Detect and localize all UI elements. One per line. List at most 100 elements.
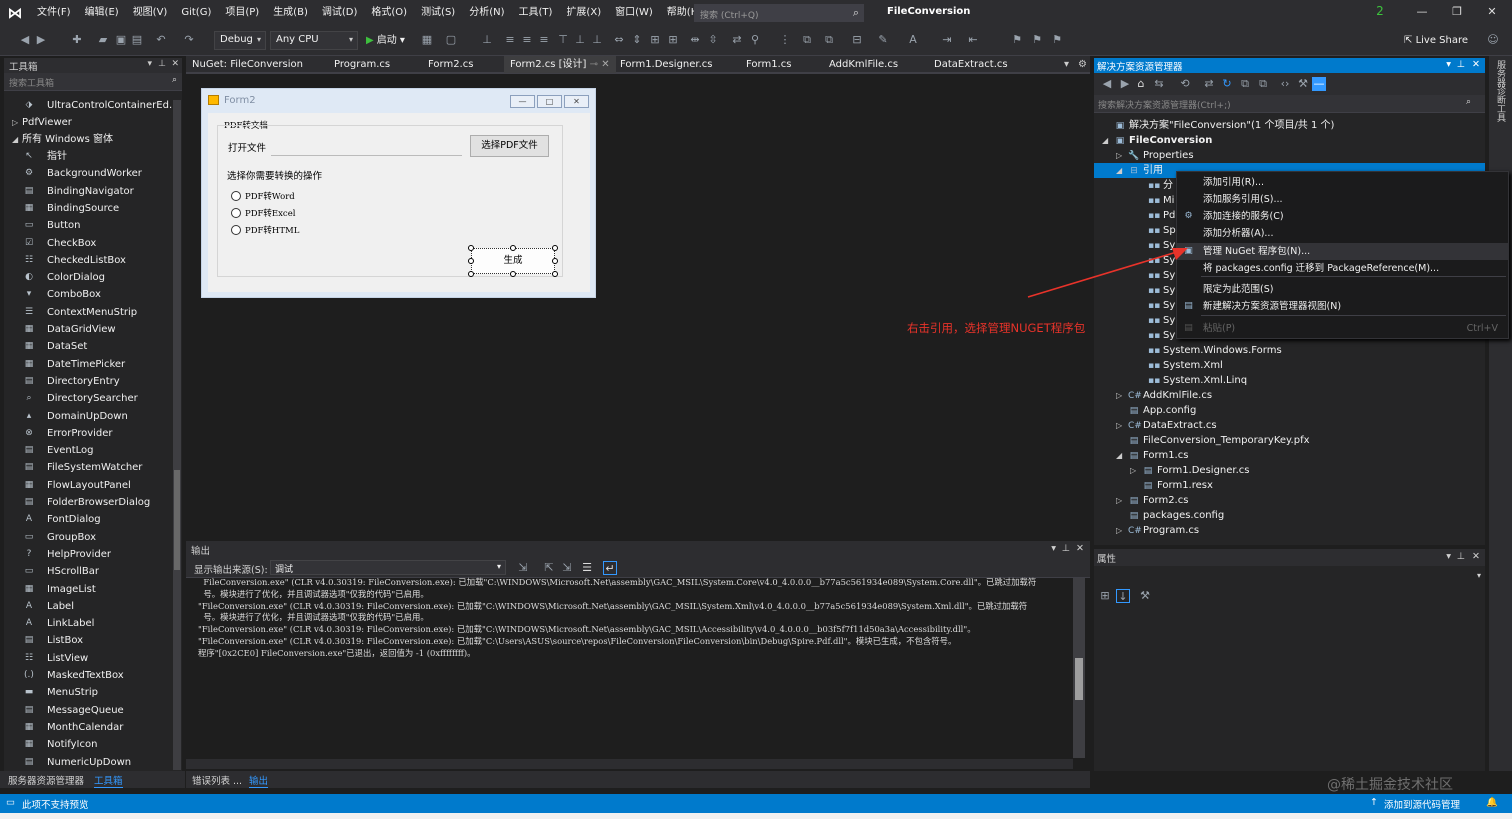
expand-icon[interactable]: ◢ (12, 131, 18, 148)
menu-build[interactable]: 生成(B) (266, 0, 315, 26)
toolbox-item-colordialog[interactable]: ◐ ColorDialog (4, 269, 174, 286)
tab-form1-designer[interactable]: Form1.Designer.cs (620, 56, 713, 73)
toolbox-item-checkbox[interactable]: ☑ CheckBox (4, 235, 174, 252)
copy-icon[interactable]: ⧉ (1256, 77, 1270, 91)
toolbox-item-maskedtextbox[interactable]: (.) MaskedTextBox (4, 667, 174, 684)
context-menu-item[interactable]: 添加服务引用(S)... (1177, 191, 1508, 208)
pin-icon[interactable]: ⊸ (590, 59, 598, 70)
tab-dataextract[interactable]: DataExtract.cs (934, 56, 1008, 73)
reference-item[interactable]: ▪▪ Pd (1136, 208, 1175, 223)
outdent-icon[interactable]: ⇤ (966, 33, 980, 47)
pin-icon[interactable]: ⊥ (1062, 543, 1070, 554)
toolbox-item-errorprovider[interactable]: ⊗ ErrorProvider (4, 425, 174, 442)
forward-icon[interactable]: ▶ (34, 33, 48, 47)
context-menu-item[interactable]: 添加引用(R)... (1177, 174, 1508, 191)
file-node[interactable]: ▤ Form1.resx (1130, 478, 1213, 493)
bookmark-next-icon[interactable]: ⚑ (1050, 33, 1064, 47)
toolbox-item[interactable]: ⬗ UltraControlContainerEd... (4, 97, 179, 114)
reference-item[interactable]: ▪▪ System.Windows.Forms (1136, 343, 1282, 358)
search-input[interactable]: 搜索 (Ctrl+Q) ⌕ (694, 4, 864, 22)
grid-icon[interactable]: ⊞ (666, 33, 680, 47)
home-icon[interactable]: ⌂ (1134, 77, 1148, 91)
toolbox-item-groupbox[interactable]: ▭ GroupBox (4, 529, 174, 546)
save-icon[interactable]: ▣ (114, 33, 128, 47)
output-source-select[interactable]: 调试 ▾ (270, 560, 506, 575)
output-hscrollbar[interactable] (186, 759, 1073, 769)
groupbox[interactable]: 打开文件 选择PDF文件 选择你需要转换的操作 PDF转Word PDF转Exc… (217, 125, 563, 277)
file-node[interactable]: ▷ ▤ Form1.Designer.cs (1130, 463, 1250, 478)
feedback-icon[interactable]: ☺ (1486, 33, 1500, 47)
resize-handle[interactable] (468, 258, 474, 264)
tab-server-explorer[interactable]: 服务器资源管理器 (8, 773, 84, 787)
expand-icon[interactable]: ▷ (1116, 493, 1128, 508)
menu-view[interactable]: 视图(V) (126, 0, 175, 26)
categorized-icon[interactable]: ⊞ (1098, 589, 1112, 603)
resize-handle[interactable] (552, 258, 558, 264)
menu-analyze[interactable]: 分析(N) (462, 0, 511, 26)
size-width-icon[interactable]: ⇔ (612, 33, 626, 47)
code-icon[interactable]: ‹› (1278, 77, 1292, 91)
toolbox-item-filesystemwatcher[interactable]: ▤ FileSystemWatcher (4, 459, 174, 476)
tab-nuget[interactable]: NuGet: FileConversion (192, 56, 303, 73)
clear-all-icon[interactable]: ☰ (580, 561, 594, 575)
toolbox-item-helpprovider[interactable]: ? HelpProvider (4, 546, 174, 563)
expand-icon[interactable]: ▷ (1116, 148, 1128, 163)
toolbox-item-combobox[interactable]: ▾ ComboBox (4, 286, 174, 303)
switch-views-icon[interactable]: ⇆ (1152, 77, 1166, 91)
toolbox-item-bindingsource[interactable]: ▦ BindingSource (4, 200, 174, 217)
toolbox-item-directorysearcher[interactable]: ⌕ DirectorySearcher (4, 390, 174, 407)
menu-debug[interactable]: 调试(D) (315, 0, 365, 26)
menu-window[interactable]: 窗口(W) (608, 0, 660, 26)
comment-icon[interactable]: ✎ (876, 33, 890, 47)
toolbox-item-imagelist[interactable]: ▦ ImageList (4, 581, 174, 598)
screenshot-icon[interactable]: ▢ (444, 33, 458, 47)
context-menu-item[interactable]: ▣ 管理 NuGet 程序包(N)... (1177, 243, 1508, 260)
next-message-icon[interactable]: ⇲ (560, 561, 574, 575)
file-node[interactable]: ▷ C#AddKmlFile.cs (1116, 388, 1212, 403)
start-button[interactable]: ▶ 启动 ▾ (366, 31, 405, 50)
bell-icon[interactable]: 🔔 (1486, 797, 1498, 808)
toolbox-item-datagridview[interactable]: ▦ DataGridView (4, 321, 174, 338)
close-icon[interactable]: ✕ (601, 59, 609, 70)
chevron-down-icon[interactable]: ▾ (1477, 571, 1481, 580)
reference-item[interactable]: ▪▪ System.Xml (1136, 358, 1223, 373)
server-tab[interactable]: 服务器 (1494, 60, 1507, 87)
bookmark-icon[interactable]: ⚑ (1010, 33, 1024, 47)
tab-program-cs[interactable]: Program.cs (334, 56, 390, 73)
file-node[interactable]: ▷ ▤ Form2.cs (1116, 493, 1188, 508)
toolbox-item-backgroundworker[interactable]: ⚙ BackgroundWorker (4, 165, 174, 182)
chevron-down-icon[interactable]: ▾ (147, 59, 152, 69)
toolbox-item-folderbrowserdialog[interactable]: ▤ FolderBrowserDialog (4, 494, 174, 511)
radio-pdf-excel[interactable] (231, 208, 241, 218)
lock-icon[interactable]: ⚲ (748, 33, 762, 47)
expand-icon[interactable]: ▷ (1116, 388, 1128, 403)
scroll-thumb[interactable] (1075, 658, 1083, 700)
resize-handle[interactable] (510, 245, 516, 251)
file-node[interactable]: ▷ C#DataExtract.cs (1116, 418, 1217, 433)
back-icon[interactable]: ◀ (18, 33, 32, 47)
toolbox-item-hscrollbar[interactable]: ▭ HScrollBar (4, 563, 174, 580)
output-scrollbar[interactable] (1073, 578, 1085, 758)
wrench-icon[interactable]: ⚒ (1296, 77, 1310, 91)
center-h-icon[interactable]: ⊟ (850, 33, 864, 47)
project-node[interactable]: ◢ ▣ FileConversion (1102, 133, 1212, 148)
chevron-down-icon[interactable]: ▾ (1051, 543, 1056, 554)
toolbox-item-domainupdown[interactable]: ▴ DomainUpDown (4, 408, 174, 425)
menu-project[interactable]: 项目(P) (218, 0, 266, 26)
scroll-thumb[interactable] (174, 470, 180, 570)
menu-tools[interactable]: 工具(T) (512, 0, 560, 26)
toolbox-item-bindingnavigator[interactable]: ▤ BindingNavigator (4, 183, 174, 200)
restore-icon[interactable]: ❐ (1447, 3, 1467, 21)
menu-format[interactable]: 格式(O) (364, 0, 414, 26)
toolbox-item-monthcalendar[interactable]: ▦ MonthCalendar (4, 719, 174, 736)
tab-order-icon[interactable]: ⇄ (730, 33, 744, 47)
alphabetical-icon[interactable]: ↓ (1116, 589, 1130, 603)
toolbox-item-button[interactable]: ▭ Button (4, 217, 174, 234)
form2-window[interactable]: Form2 — □ ✕ PDF转文档 打开文件 选择PDF文件 选择你需要转换的… (201, 88, 596, 298)
minimize-icon[interactable]: — (510, 95, 535, 108)
preview-icon[interactable]: — (1312, 77, 1326, 91)
tab-addkmlfile[interactable]: AddKmlFile.cs (829, 56, 898, 73)
align-icon[interactable]: ⊥ (480, 33, 494, 47)
maximize-icon[interactable]: □ (537, 95, 562, 108)
toolbox-item-linklabel[interactable]: A LinkLabel (4, 615, 174, 632)
